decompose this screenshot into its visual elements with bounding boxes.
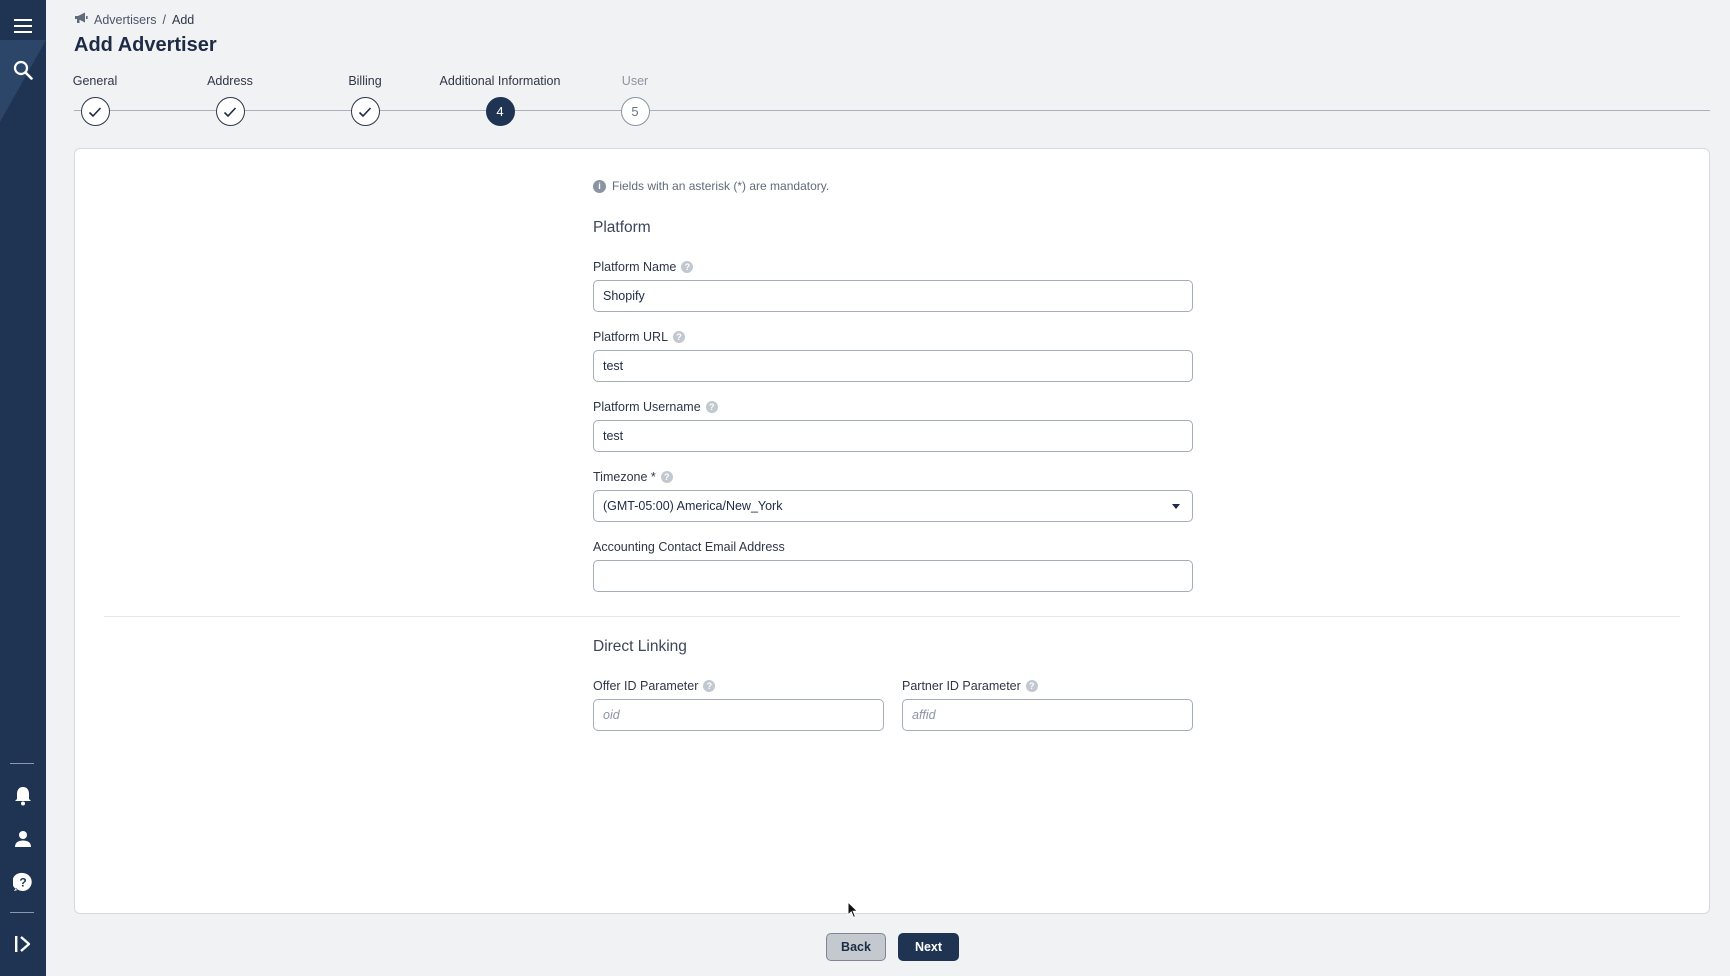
step-additional-information[interactable]: Additional Information 4 [430, 74, 570, 126]
platform-name-label-text: Platform Name [593, 259, 677, 274]
help-icon[interactable]: ? [705, 400, 718, 413]
timezone-label-text: Timezone * [593, 469, 656, 484]
step-number: 4 [485, 97, 515, 126]
step-label: Address [207, 74, 253, 88]
stepper: General Address Billing Additional Infor… [73, 74, 1710, 130]
mouse-cursor-icon [847, 900, 859, 924]
partner-id-input[interactable] [902, 699, 1193, 731]
sidebar-divider [10, 912, 34, 913]
page-title: Add Advertiser [74, 34, 217, 56]
chevron-down-icon [1172, 503, 1180, 509]
help-icon[interactable]: ? [1025, 679, 1038, 692]
help-icon[interactable]: ? [703, 679, 716, 692]
platform-username-label-text: Platform Username [593, 399, 701, 414]
user-icon[interactable] [0, 824, 46, 854]
help-icon[interactable]: ? [681, 260, 694, 273]
breadcrumb-advertisers-link[interactable]: Advertisers [94, 13, 157, 27]
help-icon[interactable]: ? [660, 470, 673, 483]
mandatory-note: i Fields with an asterisk (*) are mandat… [593, 179, 829, 193]
offer-id-input[interactable] [593, 699, 884, 731]
offer-id-field: Offer ID Parameter ? [593, 677, 884, 731]
next-button[interactable]: Next [898, 933, 959, 961]
form-card: i Fields with an asterisk (*) are mandat… [74, 148, 1710, 914]
step-user[interactable]: User 5 [565, 74, 705, 126]
step-billing[interactable]: Billing [295, 74, 435, 126]
platform-name-input[interactable] [593, 280, 1193, 312]
direct-linking-section-title: Direct Linking [593, 638, 687, 655]
mandatory-note-text: Fields with an asterisk (*) are mandator… [612, 179, 830, 193]
info-icon: i [593, 179, 606, 193]
step-label: Additional Information [439, 74, 561, 88]
svg-text:?: ? [19, 876, 26, 890]
accounting-email-field: Accounting Contact Email Address [593, 538, 1193, 592]
partner-id-label: Partner ID Parameter ? [902, 677, 1193, 694]
sidebar: ? [0, 0, 46, 976]
platform-url-label-text: Platform URL [593, 329, 669, 344]
breadcrumb-current: Add [172, 12, 195, 27]
platform-username-label: Platform Username ? [593, 398, 1193, 415]
accounting-email-label: Accounting Contact Email Address [593, 538, 1193, 555]
accounting-email-label-text: Accounting Contact Email Address [593, 539, 785, 554]
check-icon [80, 97, 110, 126]
expand-sidebar-icon[interactable] [0, 929, 46, 959]
platform-url-field: Platform URL ? [593, 328, 1193, 382]
step-general[interactable]: General [25, 74, 165, 126]
offer-id-label: Offer ID Parameter ? [593, 677, 884, 694]
timezone-select[interactable]: (GMT-05:00) America/New_York [593, 490, 1193, 522]
platform-section-title: Platform [593, 219, 651, 236]
platform-name-field: Platform Name ? [593, 258, 1193, 312]
step-label: Billing [348, 74, 382, 88]
offer-id-label-text: Offer ID Parameter [593, 678, 699, 693]
step-label: General [72, 74, 118, 88]
section-divider [104, 616, 1680, 617]
platform-username-input[interactable] [593, 420, 1193, 452]
help-icon[interactable]: ? [673, 330, 686, 343]
help-icon[interactable]: ? [0, 867, 46, 897]
step-number: 5 [620, 97, 650, 126]
bell-icon[interactable] [0, 781, 46, 811]
timezone-label: Timezone * ? [593, 468, 1193, 485]
platform-username-field: Platform Username ? [593, 398, 1193, 452]
step-address[interactable]: Address [160, 74, 300, 126]
partner-id-label-text: Partner ID Parameter [902, 678, 1021, 693]
breadcrumb-separator: / [162, 12, 167, 27]
platform-url-label: Platform URL ? [593, 328, 1193, 345]
accounting-email-input[interactable] [593, 560, 1193, 592]
breadcrumb: Advertisers / Add [74, 12, 194, 27]
timezone-field: Timezone * ? (GMT-05:00) America/New_Yor… [593, 468, 1193, 522]
sidebar-divider [10, 763, 34, 764]
platform-name-label: Platform Name ? [593, 258, 1193, 275]
menu-icon[interactable] [0, 11, 46, 41]
megaphone-icon [74, 12, 88, 27]
timezone-selected-value: (GMT-05:00) America/New_York [603, 499, 783, 513]
step-label: User [621, 74, 649, 88]
partner-id-field: Partner ID Parameter ? [902, 677, 1193, 731]
check-icon [350, 97, 380, 126]
back-button[interactable]: Back [826, 933, 886, 961]
check-icon [215, 97, 245, 126]
platform-url-input[interactable] [593, 350, 1193, 382]
